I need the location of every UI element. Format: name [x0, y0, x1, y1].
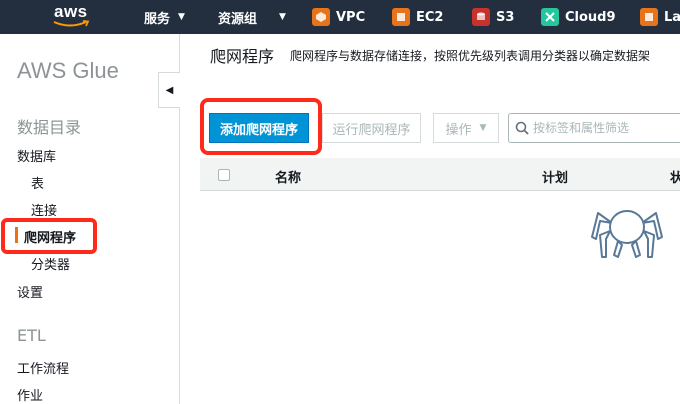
crawlers-table-header: 名称 计划 状: [200, 158, 680, 191]
sidebar-item-workflows[interactable]: 工作流程: [17, 358, 69, 377]
services-menu-label: 服务: [144, 11, 171, 27]
nav-service-vpc-label: VPC: [336, 9, 366, 25]
nav-service-s3-label: S3: [496, 9, 515, 25]
nav-service-ec2-label: EC2: [416, 9, 444, 25]
services-menu[interactable]: 服务 ▼: [144, 0, 185, 34]
chevron-down-icon: ▼: [279, 12, 286, 22]
highlight-box-crawlers: [1, 218, 97, 254]
sidebar-section-etl: ETL: [17, 326, 46, 345]
aws-logo-text: aws: [54, 2, 88, 21]
actions-dropdown[interactable]: 操作 ▼: [433, 113, 499, 143]
sidebar-section-data-catalog: 数据目录: [17, 118, 82, 137]
s3-icon: [472, 8, 490, 26]
caret-left-icon: ◀: [165, 84, 174, 96]
collapse-sidebar-button[interactable]: ◀: [158, 72, 180, 108]
page-title: 爬网程序: [210, 47, 275, 66]
chevron-down-icon: ▼: [479, 123, 487, 133]
actions-dropdown-label: 操作: [445, 122, 472, 138]
sidebar-item-databases[interactable]: 数据库: [17, 146, 56, 165]
aws-logo[interactable]: aws: [52, 2, 96, 31]
filter-search-box[interactable]: [508, 113, 680, 143]
lambda-icon: [640, 8, 658, 26]
search-icon: [515, 121, 529, 135]
aws-smile-icon: [53, 20, 90, 27]
crawler-spider-icon: [591, 210, 663, 258]
run-crawler-button[interactable]: 运行爬网程序: [322, 113, 421, 143]
nav-service-s3[interactable]: S3: [472, 0, 514, 34]
filter-search-input[interactable]: [533, 121, 673, 135]
sidebar-item-jobs[interactable]: 作业: [17, 385, 43, 404]
nav-service-cloud9[interactable]: Cloud9: [541, 0, 616, 34]
resource-groups-menu[interactable]: 资源组 ▼: [218, 0, 286, 34]
select-all-checkbox[interactable]: [218, 169, 230, 181]
resource-groups-menu-label: 资源组: [218, 11, 258, 27]
sidebar-item-settings[interactable]: 设置: [17, 282, 43, 301]
top-navigation-bar: aws 服务 ▼ 资源组 ▼ VPC EC2 S3 Cloud9 La: [0, 0, 680, 34]
column-header-schedule[interactable]: 计划: [542, 167, 568, 186]
vpc-icon: [312, 8, 330, 26]
ec2-icon: [392, 8, 410, 26]
column-header-status[interactable]: 状: [670, 167, 680, 186]
nav-service-lambda-label: La: [664, 9, 680, 25]
nav-service-vpc[interactable]: VPC: [312, 0, 365, 34]
cloud9-icon: [541, 8, 559, 26]
page-description: 爬网程序与数据存储连接，按照优先级列表调用分类器以确定数据架: [290, 49, 651, 63]
sidebar-item-connections[interactable]: 连接: [31, 200, 57, 219]
sidebar-item-tables[interactable]: 表: [31, 173, 44, 192]
highlight-box-add-crawler: [200, 98, 322, 155]
chevron-down-icon: ▼: [178, 12, 185, 22]
nav-service-lambda[interactable]: La: [640, 0, 680, 34]
nav-service-cloud9-label: Cloud9: [565, 9, 616, 25]
sidebar-item-classifiers[interactable]: 分类器: [31, 254, 70, 273]
nav-service-ec2[interactable]: EC2: [392, 0, 443, 34]
sidebar-title[interactable]: AWS Glue: [17, 58, 119, 84]
column-header-name[interactable]: 名称: [275, 167, 301, 186]
